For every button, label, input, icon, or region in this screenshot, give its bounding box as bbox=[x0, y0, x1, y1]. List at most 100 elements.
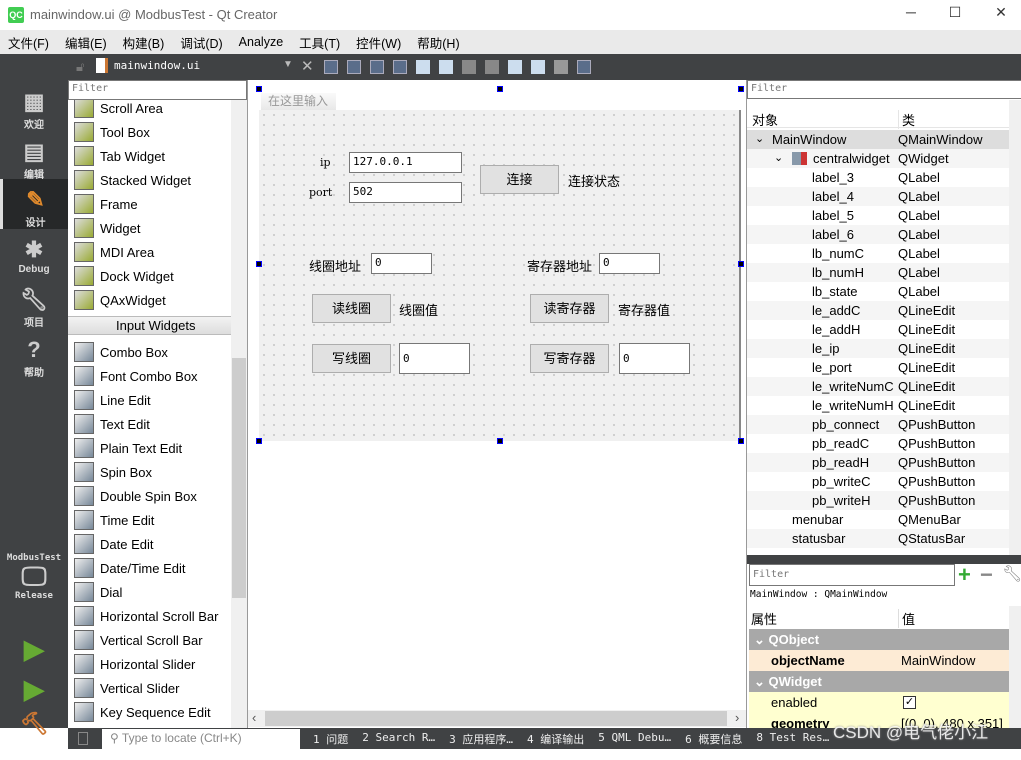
resize-handle[interactable] bbox=[497, 438, 503, 444]
property-value[interactable]: MainWindow bbox=[901, 650, 975, 671]
write-coil-button[interactable]: 写线圈 bbox=[312, 344, 391, 373]
tab-qml-debugger[interactable]: 5 QML Debu… bbox=[598, 731, 671, 747]
edit-widgets-icon[interactable] bbox=[324, 60, 338, 74]
remove-property-icon[interactable]: − bbox=[980, 562, 993, 588]
widget-item[interactable]: Date/Time Edit bbox=[74, 556, 186, 580]
resize-handle[interactable] bbox=[256, 86, 262, 92]
resize-handle[interactable] bbox=[256, 438, 262, 444]
mode-welcome[interactable]: ▦ 欢迎 bbox=[0, 88, 68, 138]
widget-list-scrollbar[interactable] bbox=[231, 100, 247, 728]
ip-input[interactable]: 127.0.0.1 bbox=[349, 152, 462, 173]
tree-row[interactable]: pb_readC QPushButton bbox=[747, 434, 1009, 453]
layout-form-icon[interactable] bbox=[508, 60, 522, 74]
read-register-button[interactable]: 读寄存器 bbox=[530, 294, 609, 323]
configure-icon[interactable]: 🔧︎ bbox=[1002, 564, 1021, 584]
tree-row[interactable]: pb_connect QPushButton bbox=[747, 415, 1009, 434]
widget-item[interactable]: Tool Box bbox=[74, 120, 150, 144]
menu-widgets[interactable]: 控件(W) bbox=[356, 33, 409, 52]
menu-file[interactable]: 文件(F) bbox=[8, 33, 57, 52]
edit-buddies-icon[interactable] bbox=[370, 60, 384, 74]
canvas-horizontal-scrollbar[interactable]: ‹ › bbox=[248, 710, 746, 727]
tree-row[interactable]: label_5 QLabel bbox=[747, 206, 1009, 225]
write-register-input[interactable]: 0 bbox=[619, 343, 690, 374]
widget-item[interactable]: Horizontal Slider bbox=[74, 652, 195, 676]
widget-item[interactable]: Text Edit bbox=[74, 412, 150, 436]
tree-row[interactable]: le_writeNumC QLineEdit bbox=[747, 377, 1009, 396]
dropdown-icon[interactable]: ▼ bbox=[283, 59, 293, 70]
widget-item[interactable]: Vertical Scroll Bar bbox=[74, 628, 203, 652]
widget-item[interactable]: Spin Box bbox=[74, 460, 152, 484]
layout-v-splitter-icon[interactable] bbox=[485, 60, 499, 74]
tree-row[interactable]: le_ip QLineEdit bbox=[747, 339, 1009, 358]
chevron-down-icon[interactable]: ⌄ bbox=[755, 130, 764, 149]
widget-item[interactable]: Widget bbox=[74, 216, 140, 240]
mode-projects[interactable]: 🔧︎ 项目 bbox=[0, 286, 68, 336]
resize-handle[interactable] bbox=[256, 261, 262, 267]
build-button[interactable]: 🔨︎ bbox=[0, 710, 68, 760]
connect-button[interactable]: 连接 bbox=[480, 165, 559, 194]
tree-row[interactable]: lb_state QLabel bbox=[747, 282, 1009, 301]
tree-row[interactable]: label_3 QLabel bbox=[747, 168, 1009, 187]
property-filter-input[interactable]: Filter bbox=[749, 564, 955, 586]
menu-edit[interactable]: 编辑(E) bbox=[65, 33, 115, 52]
tree-row[interactable]: lb_numH QLabel bbox=[747, 263, 1009, 282]
read-coil-button[interactable]: 读线圈 bbox=[312, 294, 391, 323]
tree-row[interactable]: le_writeNumH QLineEdit bbox=[747, 396, 1009, 415]
layout-h-splitter-icon[interactable] bbox=[462, 60, 476, 74]
tab-test-results[interactable]: 8 Test Res… bbox=[756, 731, 829, 747]
column-object[interactable]: 对象 bbox=[752, 110, 778, 129]
widget-item[interactable]: Plain Text Edit bbox=[74, 436, 182, 460]
menu-build[interactable]: 构建(B) bbox=[123, 33, 173, 52]
main-window-form[interactable]: 在这里输入 ip 127.0.0.1 port 502 连接 连接状态 线圈地址… bbox=[259, 89, 741, 441]
tree-row[interactable]: label_4 QLabel bbox=[747, 187, 1009, 206]
menu-type-here[interactable]: 在这里输入 bbox=[261, 93, 336, 110]
tree-row[interactable]: pb_writeC QPushButton bbox=[747, 472, 1009, 491]
widget-item[interactable]: MDI Area bbox=[74, 240, 154, 264]
tree-row[interactable]: statusbar QStatusBar bbox=[747, 529, 1009, 548]
scrollbar-thumb[interactable] bbox=[232, 358, 246, 598]
widget-item[interactable]: Dock Widget bbox=[74, 264, 174, 288]
write-coil-input[interactable]: 0 bbox=[399, 343, 470, 374]
resize-handle[interactable] bbox=[497, 86, 503, 92]
tree-row[interactable]: ⌄ centralwidget QWidget bbox=[747, 149, 1009, 168]
adjust-size-icon[interactable] bbox=[577, 60, 591, 74]
kit-selector[interactable]: ModbusTest 🖵︎ Release bbox=[0, 553, 68, 603]
register-address-input[interactable]: 0 bbox=[599, 253, 660, 274]
property-scrollbar[interactable] bbox=[1009, 606, 1021, 728]
widget-filter-input[interactable]: Filter bbox=[68, 80, 247, 100]
port-input[interactable]: 502 bbox=[349, 182, 462, 203]
menu-debug[interactable]: 调试(D) bbox=[180, 33, 230, 52]
tab-compile-output[interactable]: 4 编译输出 bbox=[527, 731, 584, 747]
column-value[interactable]: 值 bbox=[898, 609, 915, 628]
close-document-icon[interactable]: ✕ bbox=[301, 57, 314, 75]
menu-analyze[interactable]: Analyze bbox=[239, 35, 291, 49]
coil-address-input[interactable]: 0 bbox=[371, 253, 432, 274]
widget-item[interactable]: Date Edit bbox=[74, 532, 153, 556]
maximize-button[interactable]: ☐ bbox=[944, 4, 966, 24]
widget-item[interactable]: Vertical Slider bbox=[74, 676, 179, 700]
menu-tools[interactable]: 工具(T) bbox=[299, 33, 348, 52]
tab-issues[interactable]: 1 问题 bbox=[313, 731, 348, 747]
widget-item[interactable]: Dial bbox=[74, 580, 122, 604]
property-enabled[interactable]: enabled ✓ bbox=[749, 692, 1009, 713]
scroll-left-icon[interactable]: ‹ bbox=[252, 710, 256, 725]
tree-row[interactable]: lb_numC QLabel bbox=[747, 244, 1009, 263]
widget-item[interactable]: Double Spin Box bbox=[74, 484, 197, 508]
tree-row[interactable]: label_6 QLabel bbox=[747, 225, 1009, 244]
tab-general-messages[interactable]: 6 概要信息 bbox=[685, 731, 742, 747]
category-input-widgets[interactable]: Input Widgets bbox=[68, 316, 231, 335]
widget-item[interactable]: QAxWidget bbox=[74, 288, 166, 312]
chevron-down-icon[interactable]: ⌄ bbox=[774, 149, 783, 168]
scroll-right-icon[interactable]: › bbox=[735, 710, 739, 725]
tree-row[interactable]: pb_readH QPushButton bbox=[747, 453, 1009, 472]
layout-horizontal-icon[interactable] bbox=[416, 60, 430, 74]
widget-item[interactable]: Scroll Area bbox=[74, 100, 163, 120]
widget-item[interactable]: Combo Box bbox=[74, 340, 168, 364]
tree-row[interactable]: ⌄ MainWindow QMainWindow bbox=[747, 130, 1009, 149]
category-qobject[interactable]: ⌄ QObject bbox=[749, 629, 1009, 650]
property-objectname[interactable]: objectName MainWindow bbox=[749, 650, 1009, 671]
mode-design[interactable]: ✎ 设计 bbox=[0, 179, 68, 229]
write-register-button[interactable]: 写寄存器 bbox=[530, 344, 609, 373]
enabled-checkbox[interactable]: ✓ bbox=[903, 696, 916, 709]
widget-item[interactable]: Frame bbox=[74, 192, 138, 216]
